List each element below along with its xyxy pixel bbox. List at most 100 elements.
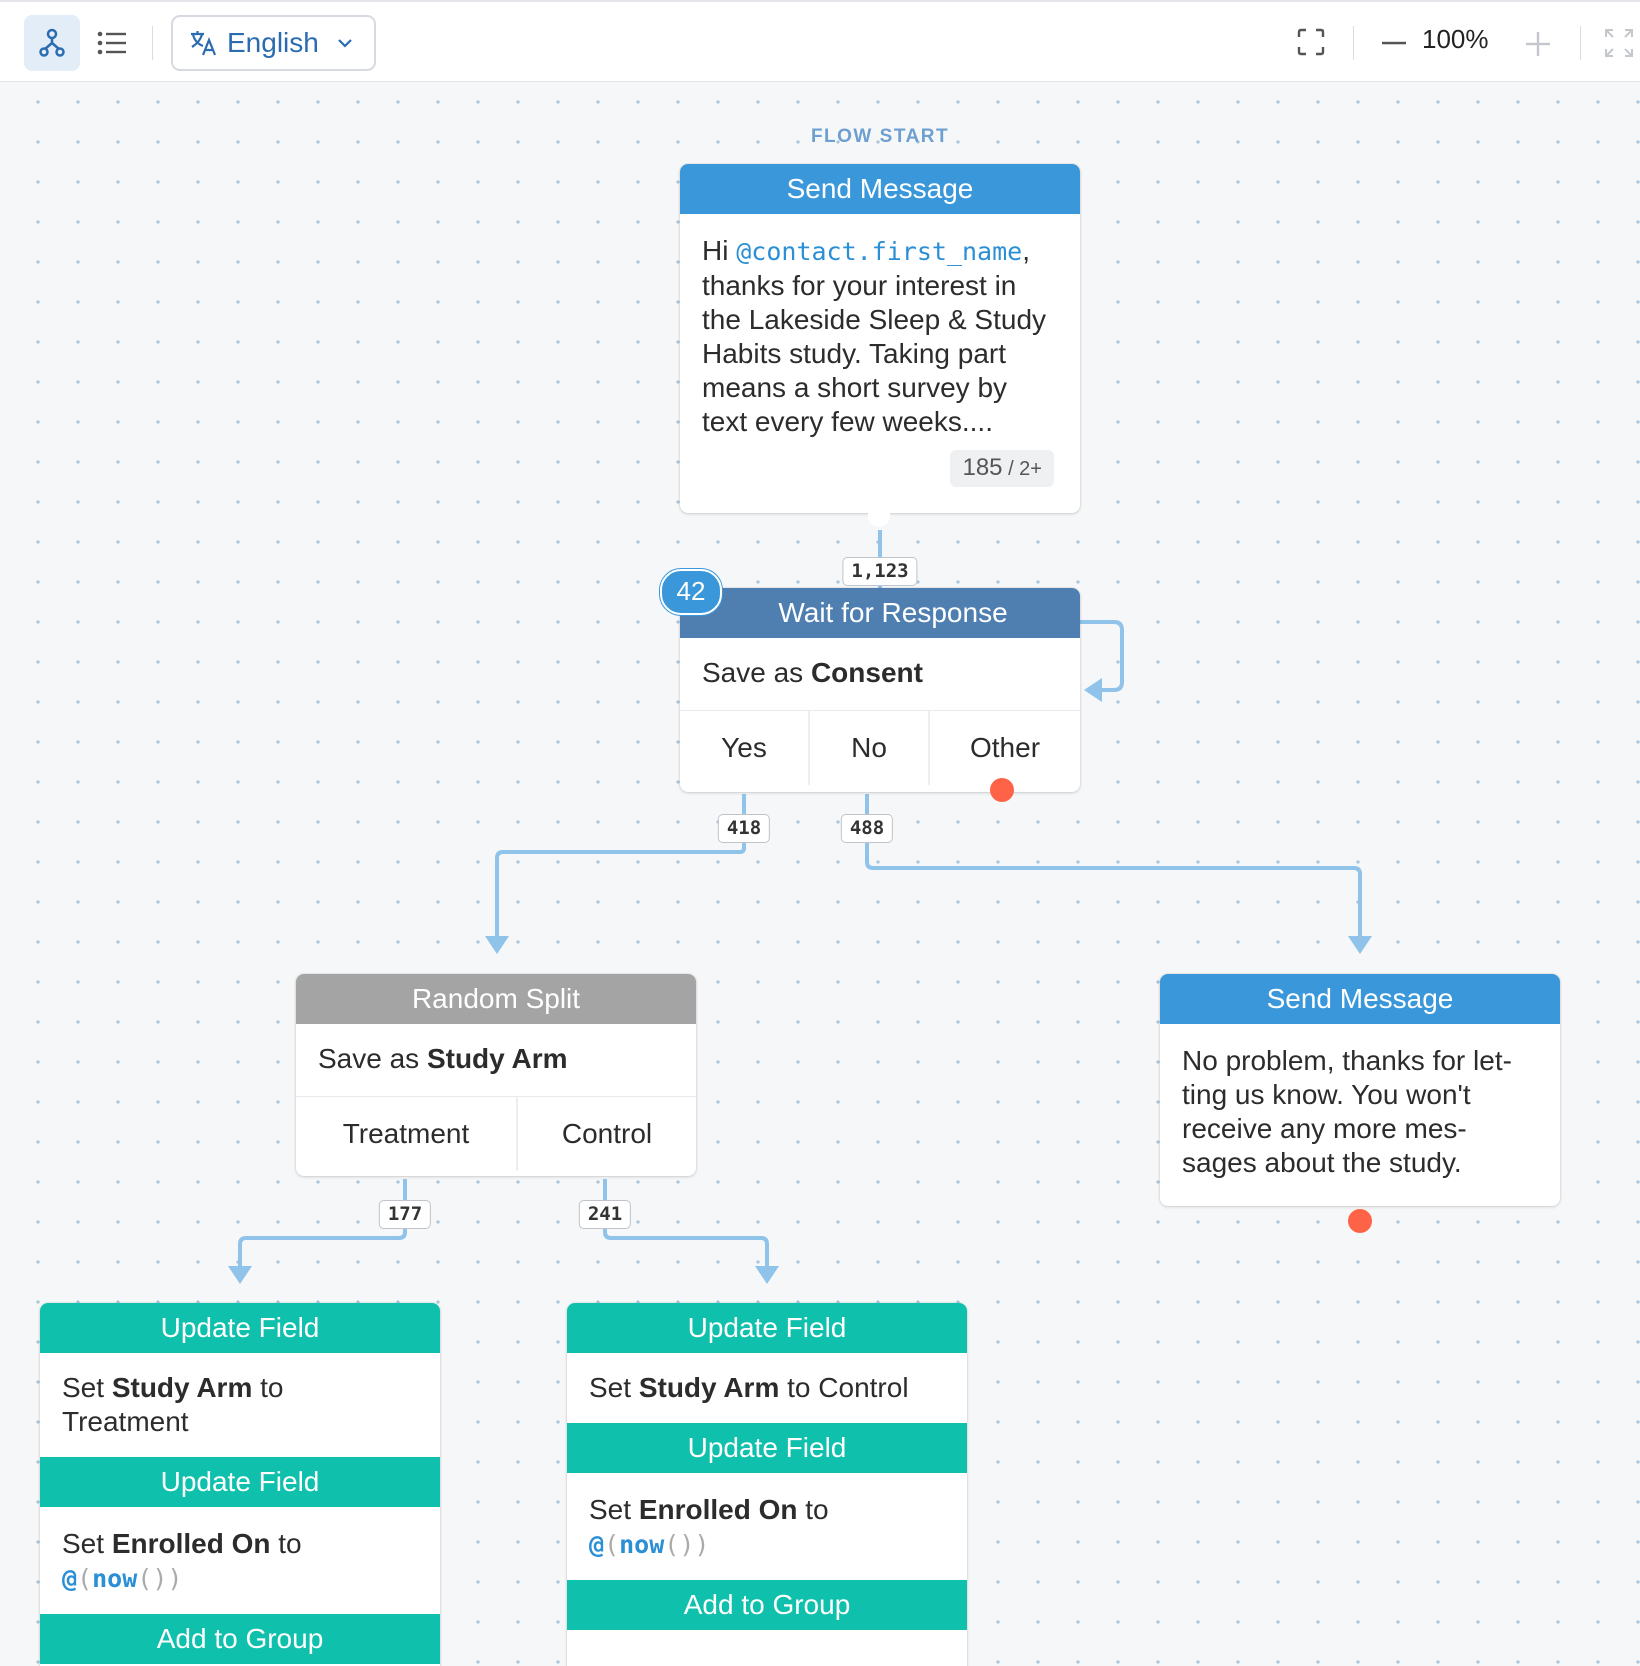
now-expression: @(now()): [62, 1564, 182, 1593]
contact-name-expression: @contact.first_name: [736, 237, 1023, 266]
node-header-update-field[interactable]: Update Field: [40, 1457, 440, 1507]
language-label: English: [227, 27, 319, 58]
exit-label-treatment: Treatment: [342, 1118, 470, 1149]
result-name: Consent: [810, 657, 923, 688]
exit-other[interactable]: Other: [930, 711, 1080, 785]
save-as-row: Save as Consent: [680, 638, 1080, 711]
field-name: Study Arm: [638, 1372, 780, 1403]
exit-treatment[interactable]: Treatment: [296, 1097, 518, 1171]
node-header-update-field[interactable]: Update Field: [567, 1423, 967, 1473]
flow-view-icon: [39, 28, 65, 57]
exit-count-badge[interactable]: 177: [378, 1200, 432, 1229]
update-field-node-treatment[interactable]: Update Field Set Study Arm to Treatment …: [40, 1303, 440, 1666]
expr-function: now: [619, 1530, 665, 1559]
message-text: Hi @contact.first_name, thanks for your …: [680, 214, 1080, 455]
list-view-icon: [97, 31, 126, 55]
save-as-prefix: Save as: [318, 1043, 427, 1074]
zoom-in-icon: [1526, 32, 1550, 56]
flow-view-button[interactable]: [24, 15, 80, 71]
arrowhead: [228, 1266, 252, 1284]
exit-categories: Treatment Control: [296, 1097, 696, 1171]
exit-label-no: No: [851, 732, 887, 763]
exit-no[interactable]: No: [810, 711, 930, 785]
update-field-action: Set Enrolled On to @(now()): [567, 1473, 967, 1580]
update-field-node-control[interactable]: Update Field Set Study Arm to Control Up…: [567, 1303, 967, 1666]
expr-function: now: [92, 1564, 138, 1593]
send-message-node-intro[interactable]: Send Message Hi @contact.first_name, tha…: [680, 164, 1080, 527]
toolbar-divider: [152, 26, 153, 60]
save-as-row: Save as Study Arm: [296, 1024, 696, 1097]
fullscreen-icon: [1605, 29, 1633, 57]
action-prefix: Set: [589, 1372, 639, 1403]
character-count: 185: [962, 454, 1003, 481]
character-count-chip: 185 / 2+: [950, 450, 1054, 487]
update-field-action: Set Enrolled On to @(now()): [40, 1507, 440, 1614]
now-expression: @(now()): [589, 1530, 709, 1559]
exit-label-other: Other: [969, 732, 1041, 763]
node-header-wait-for-response[interactable]: Wait for Response: [680, 588, 1080, 638]
expr-paren: (: [604, 1530, 620, 1559]
unconnected-exit-dot[interactable]: [1348, 1209, 1372, 1233]
fit-screen-button[interactable]: [1296, 27, 1326, 57]
fullscreen-button[interactable]: [1604, 28, 1634, 58]
flow-editor-toolbar: English 100%: [0, 0, 1640, 82]
save-as-prefix: Save as: [702, 657, 811, 688]
flow-start-label: FLOW START: [810, 126, 950, 147]
action-prefix: Set: [62, 1372, 112, 1403]
exit-label-yes: Yes: [721, 732, 767, 763]
result-name: Study Arm: [426, 1043, 568, 1074]
send-message-node-decline[interactable]: Send Message No problem, thanks for let-…: [1160, 974, 1560, 1206]
message-body: thanks for your interest in the Lakeside…: [702, 270, 1047, 437]
node-header-update-field[interactable]: Update Field: [567, 1303, 967, 1353]
expr-paren: (: [77, 1564, 93, 1593]
node-header-random-split[interactable]: Random Split: [296, 974, 696, 1024]
zoom-out-button[interactable]: [1380, 30, 1408, 56]
translate-icon: [191, 31, 217, 56]
node-header-add-to-group[interactable]: Add to Group: [40, 1614, 440, 1664]
unconnected-exit-dot[interactable]: [990, 778, 1014, 802]
zoom-level: 100%: [1422, 24, 1489, 54]
expr-at: @: [589, 1530, 605, 1559]
exit-count-badge[interactable]: 1,123: [842, 557, 918, 586]
exit-categories: Yes No Other: [680, 711, 1080, 785]
action-to: to: [779, 1372, 819, 1403]
exit-count-badge[interactable]: 241: [578, 1200, 632, 1229]
fit-screen-icon: [1297, 28, 1325, 56]
message-greeting: Hi: [702, 235, 737, 266]
field-name: Enrolled On: [638, 1494, 798, 1525]
action-to: to: [252, 1372, 284, 1403]
update-field-action: Set Study Arm to Treatment: [40, 1353, 440, 1457]
toolbar-divider: [1353, 26, 1354, 60]
flow-canvas[interactable]: FLOW START Send Message Hi @contact.firs…: [0, 82, 1640, 1666]
node-header-send-message[interactable]: Send Message: [680, 164, 1080, 214]
field-name: Study Arm: [111, 1372, 253, 1403]
update-field-action: Set Study Arm to Control: [567, 1353, 967, 1423]
exit-count-badge[interactable]: 488: [840, 814, 894, 843]
wait-for-response-node[interactable]: Wait for Response Save as Consent Yes No…: [680, 588, 1080, 792]
arrowhead: [485, 936, 509, 954]
action-prefix: Set: [589, 1494, 639, 1525]
action-to: to: [270, 1528, 302, 1559]
action-to: to: [797, 1494, 829, 1525]
field-value: Treatment: [62, 1406, 189, 1437]
zoom-out-icon: [1382, 41, 1406, 45]
active-contacts-badge[interactable]: 42: [660, 569, 722, 615]
list-view-button[interactable]: [94, 15, 130, 71]
exit-label-control: Control: [561, 1118, 653, 1149]
node-header-send-message[interactable]: Send Message: [1160, 974, 1560, 1024]
exit-yes[interactable]: Yes: [680, 711, 810, 785]
field-name: Enrolled On: [111, 1528, 271, 1559]
field-value: Control: [818, 1372, 909, 1403]
language-select[interactable]: English: [171, 15, 376, 71]
arrowhead: [1348, 936, 1372, 954]
zoom-in-button[interactable]: [1524, 30, 1552, 58]
toolbar-divider: [1580, 26, 1581, 60]
connector-yes-to-split: [495, 794, 746, 937]
exit-count-badge[interactable]: 418: [717, 814, 771, 843]
message-comma: ,: [1022, 235, 1030, 266]
node-header-update-field[interactable]: Update Field: [40, 1303, 440, 1353]
random-split-node[interactable]: Random Split Save as Study Arm Treatment…: [296, 974, 696, 1176]
expr-paren: ()): [137, 1564, 183, 1593]
node-header-add-to-group[interactable]: Add to Group: [567, 1580, 967, 1630]
exit-control[interactable]: Control: [518, 1097, 696, 1171]
